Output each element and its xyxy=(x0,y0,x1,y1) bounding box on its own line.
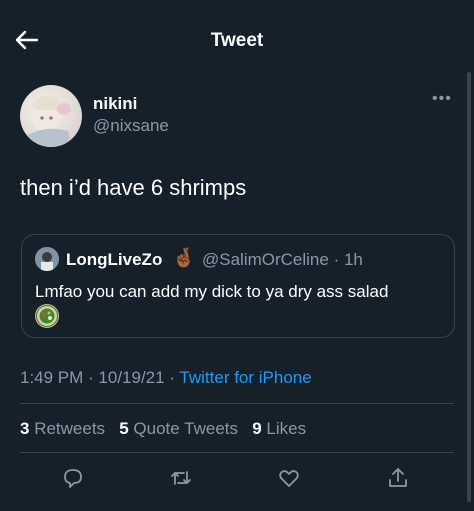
tweet-source-link[interactable]: Twitter for iPhone xyxy=(179,368,311,387)
author-handle[interactable]: @nixsane xyxy=(93,116,169,136)
more-options-icon[interactable]: ••• xyxy=(432,90,452,108)
tweet-text: then i’d have 6 shrimps xyxy=(20,175,247,200)
tweet-time: 1:49 PM xyxy=(20,368,84,387)
divider xyxy=(20,403,454,404)
salad-emoji-icon xyxy=(35,304,59,328)
tweet-meta: 1:49 PM · 10/19/21 · Twitter for iPhone xyxy=(20,368,312,388)
divider xyxy=(20,452,454,453)
fingers-crossed-emoji: 🤞🏾 xyxy=(172,248,196,269)
quote-tweets-stat[interactable]: 5 Quote Tweets xyxy=(119,419,238,438)
quoted-avatar-image xyxy=(35,247,59,271)
likes-label: Likes xyxy=(261,419,307,438)
reply-icon[interactable] xyxy=(61,466,85,490)
scrollbar[interactable] xyxy=(467,72,471,502)
meta-separator: · xyxy=(164,368,180,387)
likes-count: 9 xyxy=(252,419,262,438)
header-bar: Tweet xyxy=(0,0,474,78)
quoted-author-name[interactable]: LongLiveZo xyxy=(66,250,162,270)
page-title: Tweet xyxy=(210,30,264,51)
avatar-image xyxy=(26,96,72,147)
retweets-stat[interactable]: 3 Retweets xyxy=(20,419,105,438)
tweet-stats: 3 Retweets 5 Quote Tweets 9 Likes xyxy=(20,419,306,439)
author-name[interactable]: nikini xyxy=(93,94,137,114)
quoted-text: Lmfao you can add my dick to ya dry ass … xyxy=(35,282,389,301)
meta-separator: · xyxy=(83,368,99,387)
quoted-author-handle[interactable]: @SalimOrCeline xyxy=(202,250,329,269)
avatar[interactable] xyxy=(20,85,82,147)
quoted-avatar[interactable] xyxy=(35,247,59,271)
quoted-tweet[interactable]: LongLiveZo 🤞🏾 @SalimOrCeline · 1h Lmfao … xyxy=(21,234,455,338)
likes-stat[interactable]: 9 Likes xyxy=(252,419,306,438)
like-icon[interactable] xyxy=(277,466,301,490)
quoted-time: · 1h xyxy=(328,250,363,269)
quote-tweets-count: 5 xyxy=(119,419,129,438)
tweet-date: 10/19/21 xyxy=(98,368,165,387)
retweet-icon[interactable] xyxy=(169,466,193,490)
share-icon[interactable] xyxy=(386,466,410,490)
retweets-label: Retweets xyxy=(29,419,106,438)
quote-tweets-label: Quote Tweets xyxy=(128,419,239,438)
